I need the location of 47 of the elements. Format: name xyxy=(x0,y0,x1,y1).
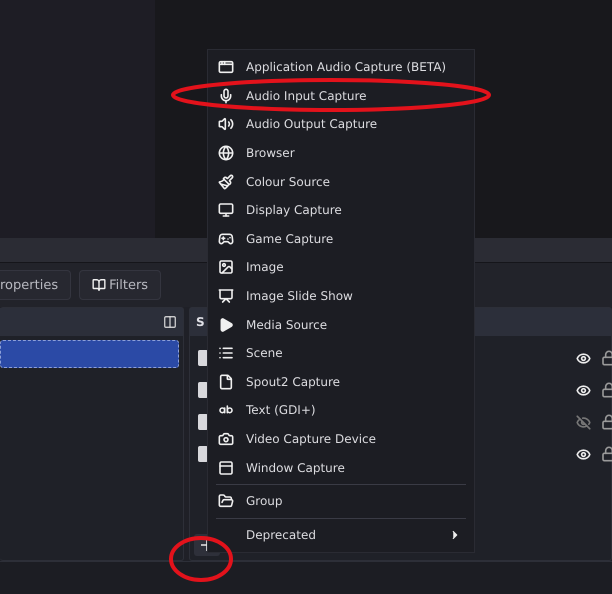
menu-item[interactable]: Audio Output Capture xyxy=(208,110,474,139)
toolbar-button[interactable]: roperties xyxy=(0,270,72,300)
menu-item[interactable]: Spout2 Capture xyxy=(208,368,474,396)
window-icon xyxy=(218,59,234,76)
highlight-ellipse xyxy=(169,536,233,582)
menu-item[interactable]: Group xyxy=(208,486,474,516)
source-type-icon xyxy=(198,414,208,430)
list-icon xyxy=(218,345,234,362)
paintbrush-icon xyxy=(218,174,234,190)
speaker-icon xyxy=(218,116,234,132)
menu-item[interactable]: Audio Input Capture xyxy=(208,82,474,110)
file-icon xyxy=(218,374,234,390)
menu-item[interactable]: Text (GDI+) xyxy=(208,396,474,425)
menu-item[interactable]: Game Capture xyxy=(208,224,474,254)
menu-item[interactable]: Scene xyxy=(208,338,474,368)
eye-icon[interactable] xyxy=(576,446,591,462)
camera-icon xyxy=(218,431,234,448)
menu-item[interactable]: Colour Source xyxy=(208,167,474,196)
menu-item[interactable]: Application Audio Capture (BETA) xyxy=(208,53,474,82)
eye-icon[interactable] xyxy=(576,382,591,398)
menu-item[interactable]: Image xyxy=(208,253,474,282)
menu-item[interactable]: Deprecated xyxy=(208,520,474,550)
source-type-icon xyxy=(198,382,208,398)
panel-title: S xyxy=(196,315,205,329)
play-icon xyxy=(218,316,234,333)
menu-item[interactable]: Media Source xyxy=(208,310,474,339)
window-icon xyxy=(218,460,234,476)
toolbar-button[interactable]: Filters xyxy=(79,270,162,300)
gamepad-icon xyxy=(218,230,234,247)
monitor-icon xyxy=(218,202,234,218)
undock-icon[interactable] xyxy=(163,315,177,329)
eye-icon[interactable] xyxy=(576,350,591,366)
source-type-icon xyxy=(198,446,208,462)
folder-icon xyxy=(218,493,234,510)
globe-icon xyxy=(218,145,234,162)
menu-item[interactable]: Window Capture xyxy=(208,453,474,482)
source-type-icon xyxy=(198,350,208,366)
slideshow-icon xyxy=(218,288,234,304)
menu-item[interactable]: Video Capture Device xyxy=(208,424,474,454)
scene-row[interactable] xyxy=(0,340,179,368)
menu-item[interactable]: Image Slide Show xyxy=(208,282,474,310)
image-icon xyxy=(218,259,234,276)
hidden-eye-icon[interactable] xyxy=(576,414,591,430)
microphone-icon xyxy=(218,88,234,104)
book-icon xyxy=(92,278,106,292)
menu-item[interactable]: Browser xyxy=(208,138,474,168)
menu-item[interactable]: Display Capture xyxy=(208,196,474,225)
